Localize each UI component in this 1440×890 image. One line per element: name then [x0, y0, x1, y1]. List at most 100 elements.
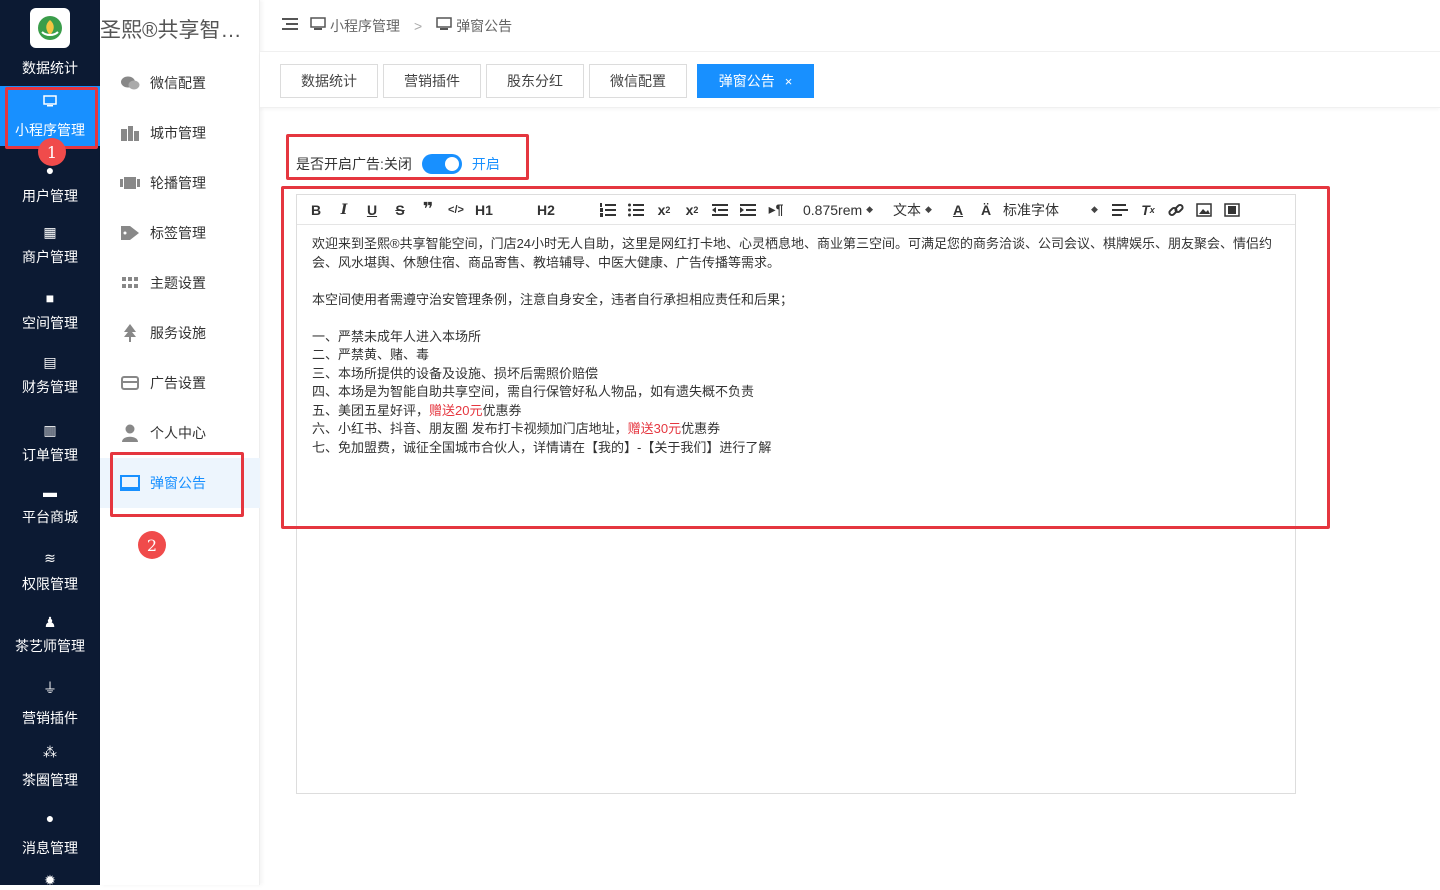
city-icon [120, 124, 140, 142]
annotation-badge-2: 2 [138, 531, 166, 559]
list-text: 优惠券 [482, 402, 522, 418]
clear-format-icon[interactable]: Tx [1137, 198, 1159, 222]
rail-label: 茶艺师管理 [15, 638, 85, 654]
image-icon[interactable] [1193, 198, 1215, 222]
tab-wechat-config[interactable]: 微信配置 [589, 64, 687, 98]
rail-label: 用户管理 [22, 188, 78, 204]
highlight-icon[interactable]: Ä [975, 198, 997, 222]
breadcrumb-item-popup: 弹窗公告 [456, 17, 513, 34]
sub-sidebar-title: 圣熙®共享智能空间 [100, 19, 260, 42]
sub-item-carousel[interactable]: 轮播管理 [100, 158, 260, 208]
font-family-select[interactable]: 标准字体 ◆ [1003, 198, 1103, 222]
rail-label: 消息管理 [22, 840, 78, 856]
breadcrumb-separator: > [414, 17, 423, 34]
top-header: 小程序管理 > 弹窗公告 [260, 0, 1440, 52]
text-direction-icon[interactable]: ▸¶ [765, 198, 787, 222]
sub-item-label: 主题设置 [150, 275, 206, 291]
sub-item-label: 服务设施 [150, 325, 206, 341]
block-type-value: 文本 [893, 201, 921, 218]
tab-close-icon[interactable]: × [785, 74, 793, 89]
sub-item-city[interactable]: 城市管理 [100, 108, 260, 158]
tab-label: 营销插件 [404, 73, 460, 89]
rail-item-marketing[interactable]: ⏚ 营销插件 [0, 678, 100, 730]
quote-icon[interactable]: ❞ [417, 198, 439, 222]
carousel-icon [120, 174, 140, 192]
sub-item-theme[interactable]: 主题设置 [100, 258, 260, 308]
list-text: 六、小红书、抖音、朋友圈 发布打卡视频加门店地址， [312, 421, 628, 436]
indent-icon[interactable] [737, 198, 759, 222]
sub-item-label: 城市管理 [150, 125, 206, 141]
clipboard-icon: ▥ [43, 422, 57, 438]
rail-item-store[interactable]: ▬ 平台商城 [0, 482, 100, 534]
italic-button[interactable]: I [333, 198, 355, 222]
rail-item-settings[interactable]: ✹ [0, 870, 100, 888]
tab-marketing[interactable]: 营销插件 [383, 64, 481, 98]
rail-item-merchants[interactable]: ▦ 商户管理 [0, 222, 100, 274]
strike-button[interactable]: S [389, 198, 411, 222]
font-color-icon[interactable]: A [947, 198, 969, 222]
app-logo[interactable] [30, 8, 70, 48]
rail-label: 权限管理 [22, 576, 78, 592]
editor-content[interactable]: 欢迎来到圣熙®共享智能空间，门店24小时无人自助，这里是网红打卡地、心灵栖息地、… [297, 225, 1295, 467]
outdent-icon[interactable] [709, 198, 731, 222]
list-item: 三、本场所提供的设备及设施、损坏后需照价赔偿 [312, 365, 599, 381]
sub-item-label: 标签管理 [150, 225, 206, 241]
link-icon[interactable] [1165, 198, 1187, 222]
list-item: 六、小红书、抖音、朋友圈 发布打卡视频加门店地址，赠送30元优惠券 [312, 420, 1280, 439]
align-icon[interactable] [1109, 198, 1131, 222]
font-size-select[interactable]: 0.875rem ◆ [803, 198, 883, 222]
tab-popup-notice[interactable]: 弹窗公告 × [697, 64, 814, 98]
sub-item-popup-notice[interactable]: 弹窗公告 [100, 458, 260, 508]
ad-toggle-on-label: 开启 [471, 156, 500, 172]
breadcrumb: 小程序管理 > 弹窗公告 [310, 16, 512, 36]
heading1-button[interactable]: H1 [473, 198, 495, 222]
tab-dividends[interactable]: 股东分红 [486, 64, 584, 98]
plug-icon: ⏚ [43, 680, 57, 696]
highlight-text: 赠送20元 [429, 402, 483, 418]
subscript-icon[interactable]: x2 [653, 198, 675, 222]
rail-item-stats[interactable]: 数据统计 [0, 58, 100, 80]
list-item: 五、美团五星好评，赠送20元优惠券 [312, 402, 1280, 421]
rail-item-miniprogram[interactable]: 小程序管理 [0, 86, 100, 146]
annotation-badge-1: 1 [38, 138, 66, 166]
rail-label: 平台商城 [22, 509, 78, 525]
superscript-icon[interactable]: x2 [681, 198, 703, 222]
block-type-select[interactable]: 文本 ◆ [893, 198, 941, 222]
rail-item-users[interactable]: ● 用户管理 [0, 160, 100, 210]
list-item: 一、严禁未成年人进入本场所 [312, 328, 482, 344]
menu-toggle-icon[interactable] [282, 17, 298, 34]
rail-item-messages[interactable]: ● 消息管理 [0, 808, 100, 860]
sub-item-wechat-config[interactable]: 微信配置 [100, 58, 260, 108]
tab-stats[interactable]: 数据统计 [280, 64, 378, 98]
group-icon: ⁂ [43, 744, 57, 760]
video-icon[interactable] [1221, 198, 1243, 222]
sub-item-tags[interactable]: 标签管理 [100, 208, 260, 258]
card-icon [120, 374, 140, 392]
screen-icon [120, 474, 140, 492]
code-icon[interactable]: </> [445, 198, 467, 222]
rail-label: 小程序管理 [15, 122, 85, 138]
rail-item-spaces[interactable]: ■ 空间管理 [0, 288, 100, 340]
rail-item-finance[interactable]: ▤ 财务管理 [0, 352, 100, 404]
rail-label: 空间管理 [22, 315, 78, 331]
breadcrumb-item-miniprogram[interactable]: 小程序管理 [330, 16, 400, 36]
sub-item-ads[interactable]: 广告设置 [100, 358, 260, 408]
underline-button[interactable]: U [361, 198, 383, 222]
sub-item-facilities[interactable]: 服务设施 [100, 308, 260, 358]
heading2-button[interactable]: H2 [535, 198, 557, 222]
ad-toggle-switch[interactable] [421, 154, 462, 174]
rail-item-tea-artists[interactable]: ♟ 茶艺师管理 [0, 612, 100, 664]
ordered-list-icon[interactable] [597, 198, 619, 222]
bullet-list-icon[interactable] [625, 198, 647, 222]
bold-button[interactable]: B [305, 198, 327, 222]
sub-item-label: 弹窗公告 [150, 475, 206, 491]
sub-item-profile[interactable]: 个人中心 [100, 408, 260, 458]
rail-label: 财务管理 [22, 379, 78, 395]
store-icon: ▬ [43, 484, 57, 500]
leaf-logo-icon [38, 16, 62, 40]
rail-label: 商户管理 [22, 249, 78, 265]
rail-item-permissions[interactable]: ≋ 权限管理 [0, 548, 100, 600]
rail-item-tea-circle[interactable]: ⁂ 茶圈管理 [0, 742, 100, 794]
rail-item-orders[interactable]: ▥ 订单管理 [0, 420, 100, 472]
